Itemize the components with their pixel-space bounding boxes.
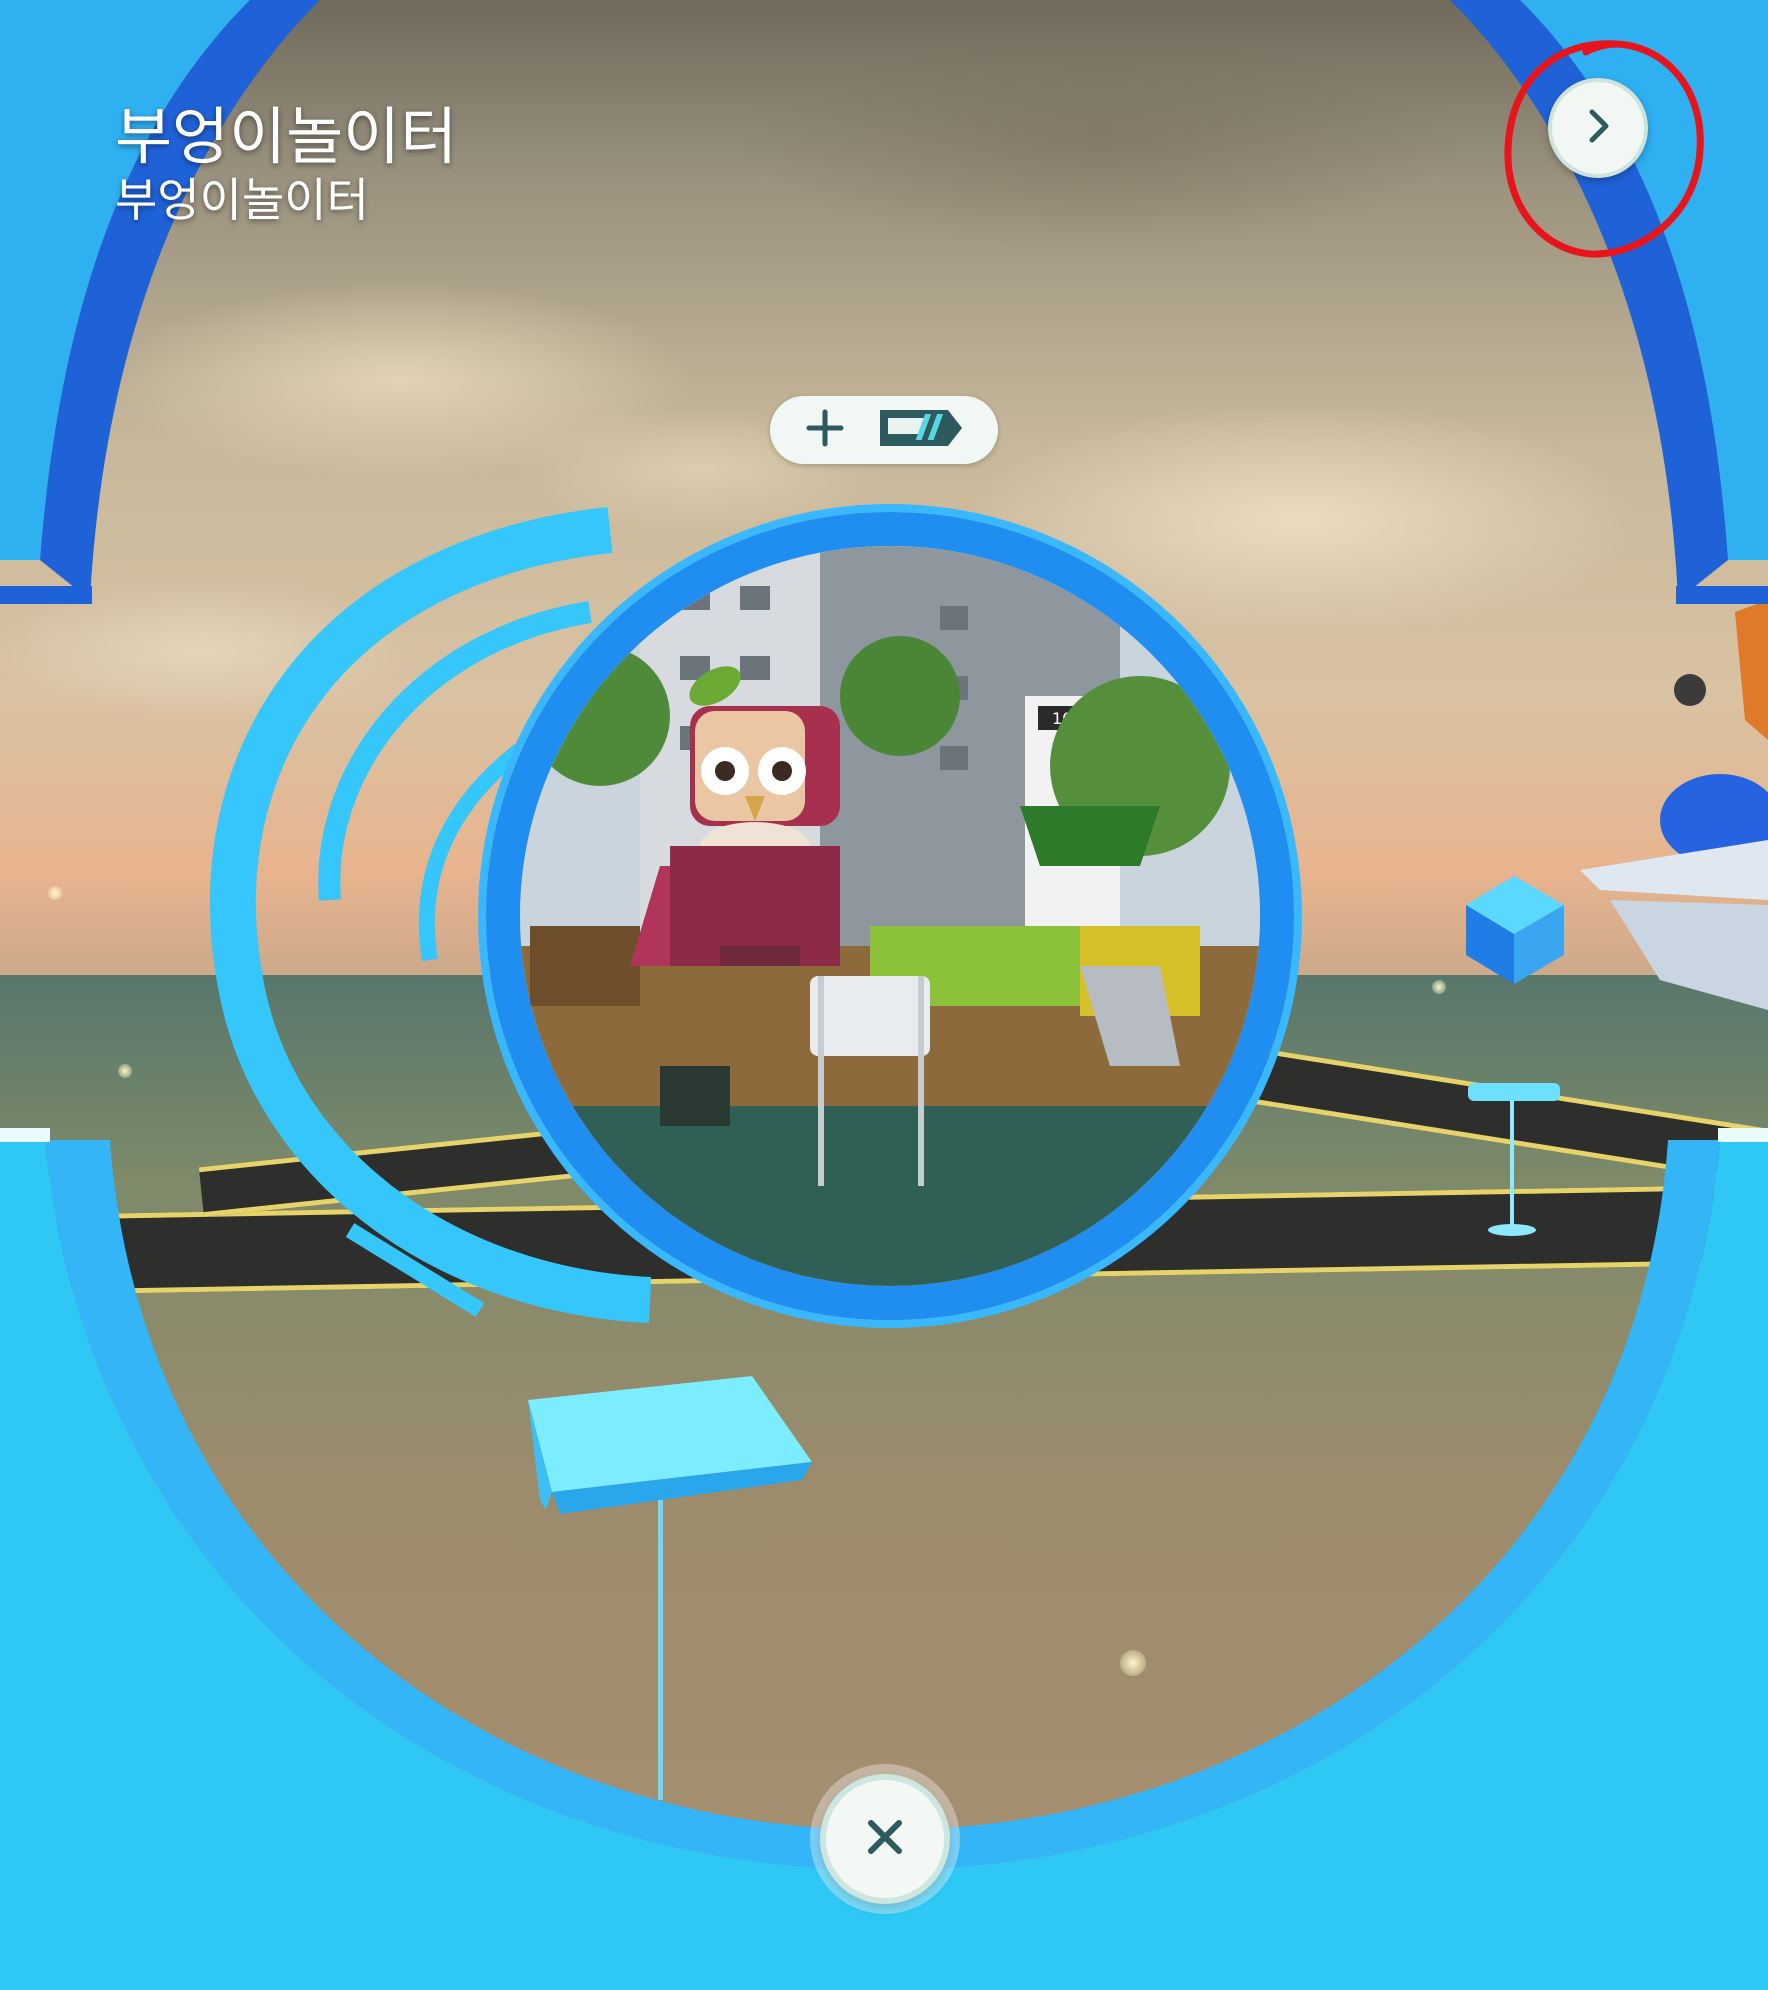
pass-pill[interactable] xyxy=(770,396,998,464)
game-scene: 107 xyxy=(0,0,1768,1990)
pass-tag-icon[interactable] xyxy=(878,406,964,454)
close-icon xyxy=(861,1813,909,1865)
playground-photo: 107 xyxy=(520,546,1260,1286)
plus-icon[interactable] xyxy=(805,408,845,452)
poi-title: 부엉이놀이터 xyxy=(115,100,458,173)
poi-subtitle: 부엉이놀이터 xyxy=(115,173,369,227)
location-photo[interactable]: 107 xyxy=(486,512,1294,1320)
close-button[interactable] xyxy=(820,1774,950,1904)
red-annotation-circle xyxy=(1504,40,1704,258)
